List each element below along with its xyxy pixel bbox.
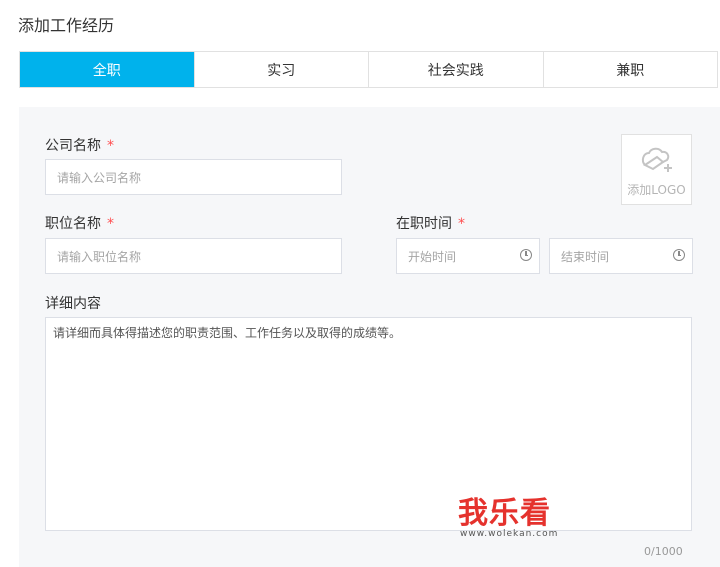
tab-internship[interactable]: 实习 <box>193 52 368 87</box>
company-name-label-text: 公司名称 <box>45 138 101 154</box>
work-experience-form: 公司名称 * 请输入公司名称 添加LOGO 职位名称 * 请输入职位名称 在职时间 *… <box>19 107 720 567</box>
job-type-tabs: 全职 实习 社会实践 兼职 <box>19 51 718 88</box>
required-mark: * <box>458 216 465 232</box>
position-name-input[interactable]: 请输入职位名称 <box>45 238 342 274</box>
required-mark: * <box>107 216 114 232</box>
position-name-placeholder: 请输入职位名称 <box>57 249 142 264</box>
add-logo-button[interactable]: 添加LOGO <box>621 134 692 205</box>
end-time-input[interactable]: 结束时间 <box>549 238 693 274</box>
company-name-label: 公司名称 * <box>45 135 114 155</box>
add-logo-label: 添加LOGO <box>627 183 686 197</box>
details-textarea[interactable]: 请详细而具体得描述您的职责范围、工作任务以及取得的成绩等。 <box>45 317 692 531</box>
start-time-input[interactable]: 开始时间 <box>396 238 540 274</box>
tenure-label-text: 在职时间 <box>396 216 452 232</box>
position-name-label-text: 职位名称 <box>45 216 101 232</box>
logo-upload-icon <box>641 147 672 172</box>
clock-icon[interactable] <box>520 249 532 261</box>
watermark: 我乐看 www.wolekan.com <box>450 488 590 548</box>
end-time-placeholder: 结束时间 <box>561 249 610 264</box>
page-title: 添加工作经历 <box>18 16 115 35</box>
details-label: 详细内容 <box>45 296 101 312</box>
tab-social-practice[interactable]: 社会实践 <box>368 52 543 87</box>
details-placeholder: 请详细而具体得描述您的职责范围、工作任务以及取得的成绩等。 <box>53 326 402 340</box>
watermark-url: www.wolekan.com <box>460 529 559 539</box>
required-mark: * <box>107 138 114 154</box>
clock-icon[interactable] <box>673 249 685 261</box>
watermark-text: 我乐看 <box>458 496 551 531</box>
tab-part-time[interactable]: 兼职 <box>542 52 717 87</box>
tenure-label: 在职时间 * <box>396 213 465 233</box>
position-name-label: 职位名称 * <box>45 213 114 233</box>
tab-full-time[interactable]: 全职 <box>20 52 194 87</box>
company-name-placeholder: 请输入公司名称 <box>57 170 142 185</box>
company-name-input[interactable]: 请输入公司名称 <box>45 159 342 195</box>
start-time-placeholder: 开始时间 <box>408 249 457 264</box>
character-counter: 0/1000 <box>644 545 683 558</box>
